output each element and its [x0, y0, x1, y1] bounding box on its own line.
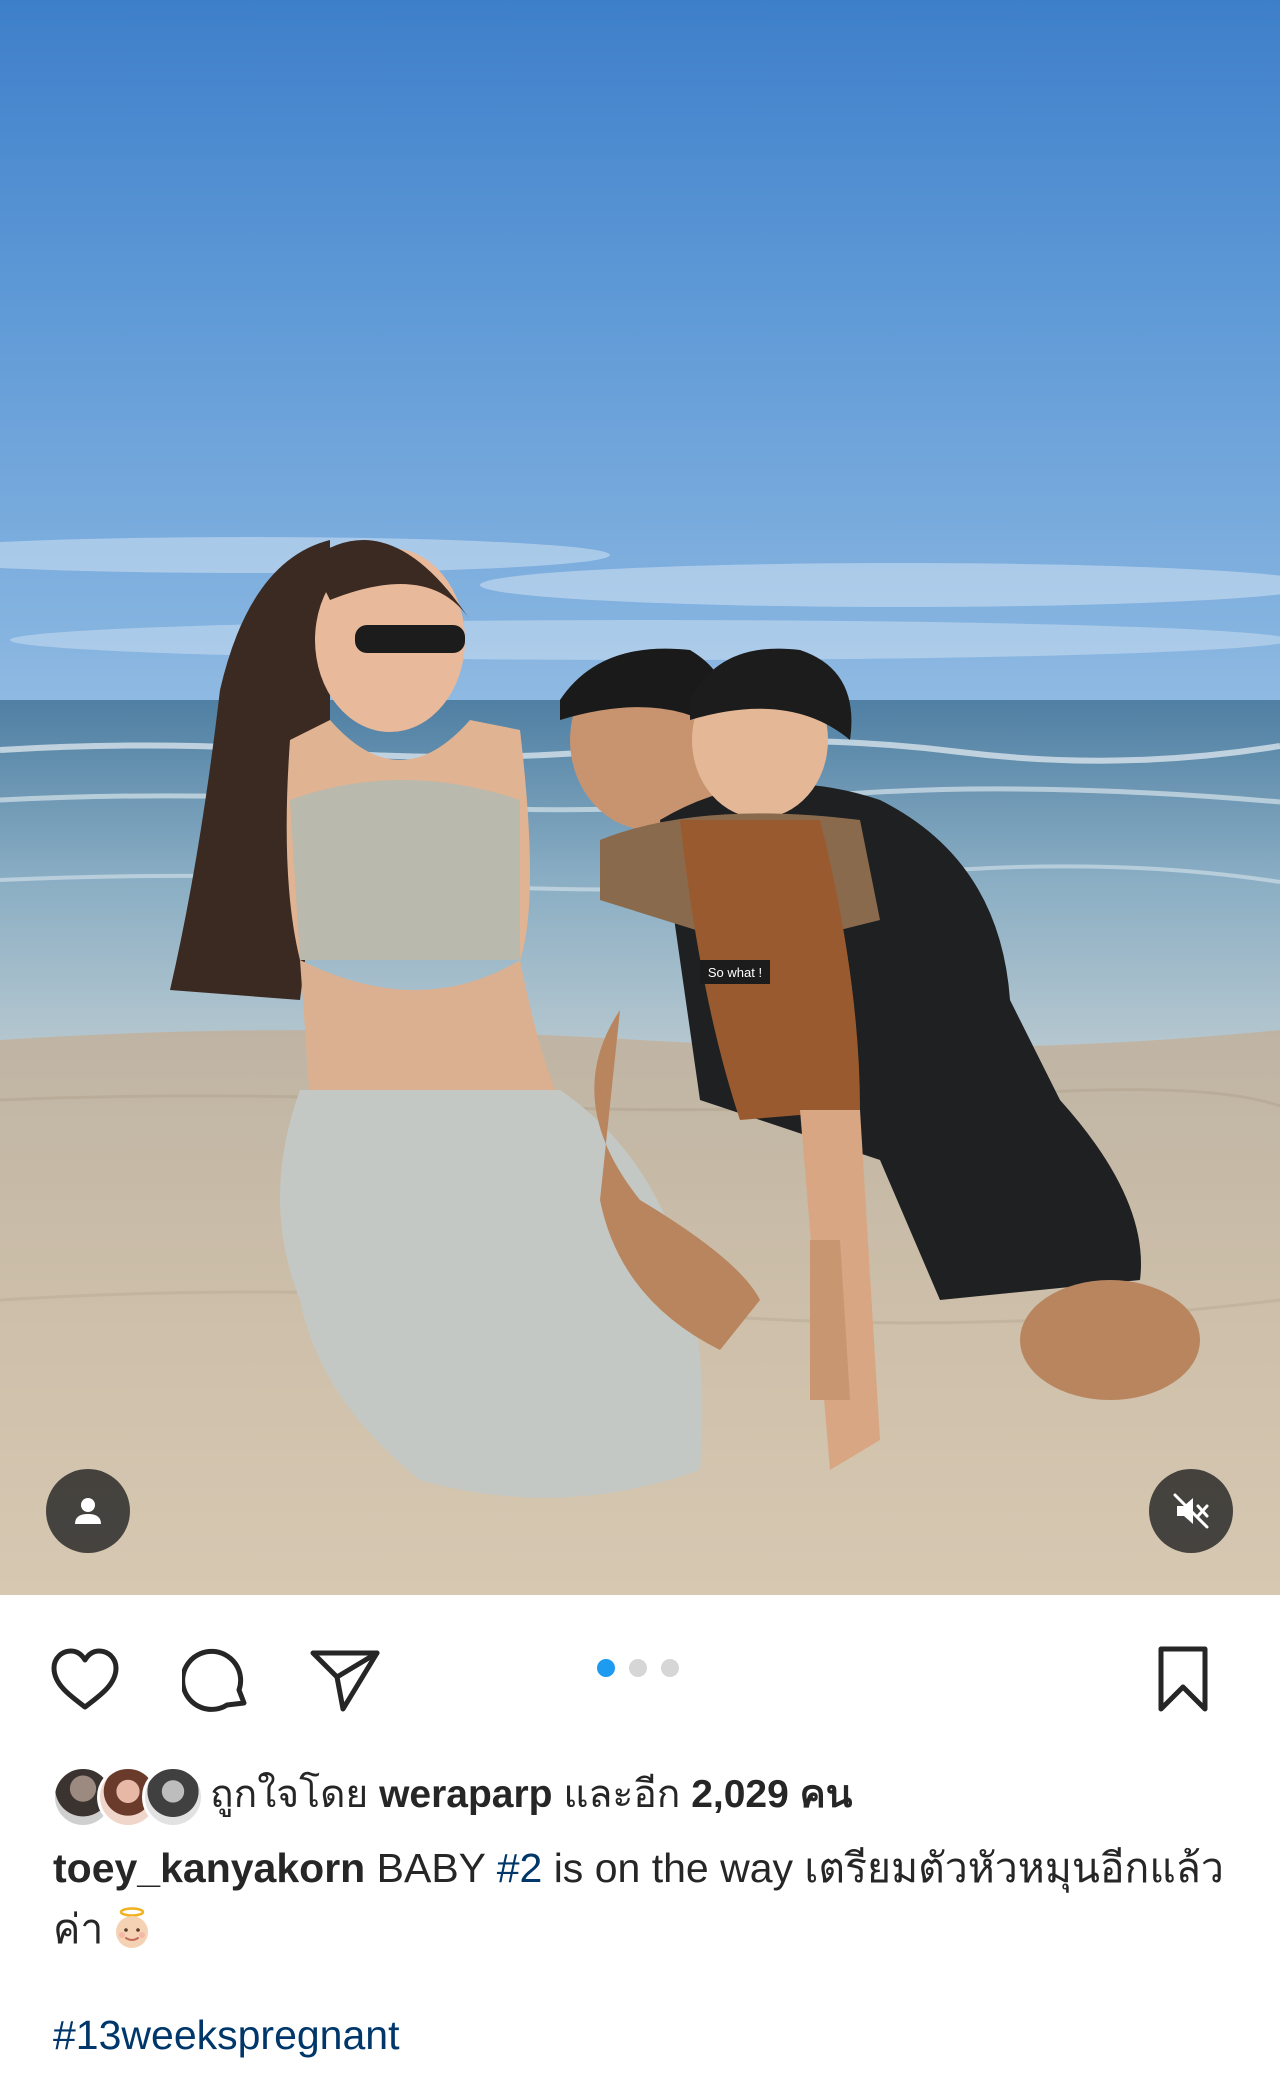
- likes-prefix: ถูกใจโดย: [210, 1773, 369, 1816]
- tag-people-button[interactable]: [46, 1469, 130, 1553]
- likes-middle: และอีก: [563, 1773, 681, 1816]
- caption-inline-hashtag[interactable]: #2: [497, 1845, 543, 1891]
- post-photo[interactable]: So what !: [0, 0, 1280, 1595]
- comment-button[interactable]: [177, 1640, 257, 1720]
- baby-angel-emoji-icon: [109, 1905, 155, 1951]
- carousel-indicator: [597, 1659, 679, 1677]
- save-button[interactable]: [1143, 1640, 1223, 1720]
- post-caption: toey_kanyakorn BABY #2 is on the way เตร…: [53, 1838, 1233, 1960]
- comment-bubble-icon: [182, 1648, 247, 1712]
- carousel-dot[interactable]: [597, 1659, 615, 1677]
- shirt-print-text: So what !: [708, 965, 762, 980]
- likes-summary[interactable]: ถูกใจโดย weraparp และอีก 2,029 คน: [52, 1763, 852, 1828]
- mute-button[interactable]: [1149, 1469, 1233, 1553]
- liker-avatars: [52, 1763, 204, 1828]
- carousel-dot[interactable]: [629, 1659, 647, 1677]
- caption-username[interactable]: toey_kanyakorn: [53, 1845, 365, 1891]
- avatar: [142, 1766, 204, 1828]
- like-button[interactable]: [45, 1640, 125, 1720]
- heart-icon: [51, 1648, 119, 1710]
- likes-suffix: คน: [799, 1773, 853, 1816]
- caption-text-start: BABY: [376, 1845, 486, 1891]
- bookmark-icon: [1158, 1646, 1208, 1712]
- liker-username[interactable]: weraparp: [379, 1773, 552, 1816]
- share-button[interactable]: [305, 1640, 385, 1720]
- caption-hashtag[interactable]: #13weekspregnant: [53, 2012, 399, 2059]
- likes-text: ถูกใจโดย weraparp และอีก 2,029 คน: [210, 1763, 852, 1825]
- instagram-post: So what ! ถูกใจโดย weraparp และอีก 2,029…: [0, 0, 1280, 2083]
- muted-speaker-icon: [1173, 1493, 1209, 1529]
- beach-photo-illustration: So what !: [0, 537, 1280, 1595]
- likes-count[interactable]: 2,029: [691, 1773, 789, 1816]
- paper-plane-icon: [310, 1650, 380, 1712]
- person-tag-icon: [75, 1498, 101, 1524]
- carousel-dot[interactable]: [661, 1659, 679, 1677]
